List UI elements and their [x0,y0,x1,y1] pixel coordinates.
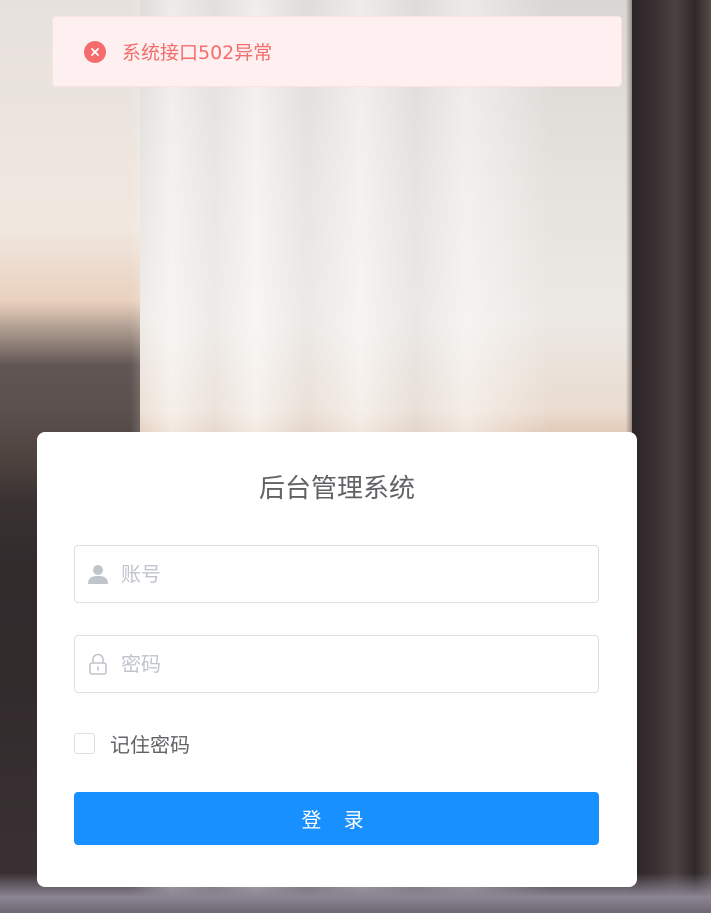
password-field[interactable] [74,635,599,693]
lock-icon [75,636,121,692]
password-input[interactable] [121,636,581,692]
username-input[interactable] [121,546,581,602]
error-toast: 系统接口502异常 [52,16,622,87]
login-card: 后台管理系统 记住密码 登 录 [37,432,637,887]
remember-label[interactable]: 记住密码 [110,729,190,758]
background-window-frame [632,0,711,913]
username-field[interactable] [74,545,599,603]
toast-message: 系统接口502异常 [122,42,273,64]
remember-checkbox[interactable] [74,733,95,754]
error-circle-icon [84,40,106,63]
user-icon [75,546,121,602]
remember-password[interactable]: 记住密码 [74,729,190,758]
login-title: 后台管理系统 [258,474,415,504]
login-button[interactable]: 登 录 [74,792,599,845]
